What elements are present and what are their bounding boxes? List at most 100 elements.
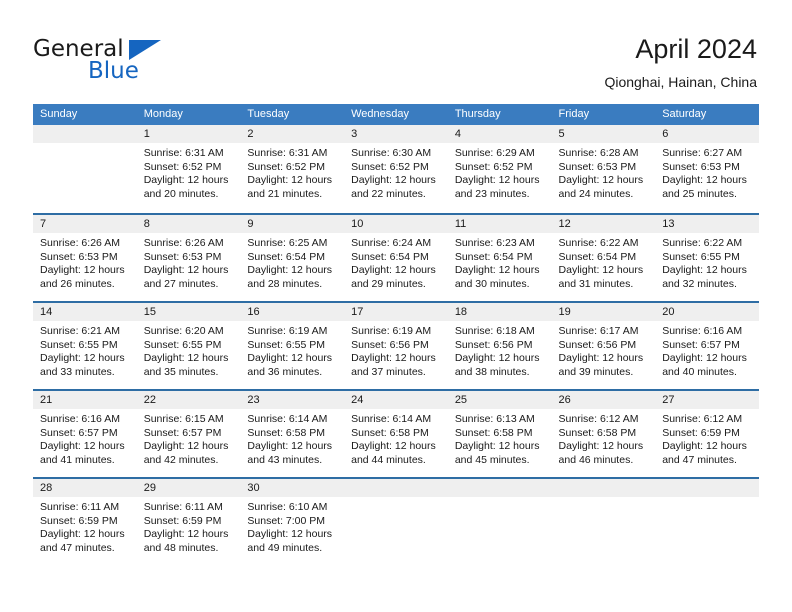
daylight-duration-line1: Daylight: 12 hours (247, 528, 333, 541)
daylight-duration-line1: Daylight: 12 hours (143, 264, 229, 277)
page-subtitle: Qionghai, Hainan, China (604, 74, 757, 90)
day-cell[interactable]: 23 Sunrise: 6:14 AM Sunset: 6:58 PM Dayligh… (240, 391, 345, 477)
day-number (344, 479, 448, 497)
daylight-duration-line1: Daylight: 12 hours (558, 440, 644, 453)
day-cell[interactable]: 18 Sunrise: 6:18 AM Sunset: 6:56 PM Dayligh… (447, 303, 552, 389)
day-cell[interactable]: 5 Sunrise: 6:28 AM Sunset: 6:53 PM Daylight… (551, 125, 656, 213)
calendar-week-row: 7 Sunrise: 6:26 AM Sunset: 6:53 PM Daylight… (33, 213, 759, 301)
daylight-duration-line1: Daylight: 12 hours (143, 528, 229, 541)
sunrise-time: Sunrise: 6:28 AM (558, 147, 639, 159)
day-cell[interactable]: 15 Sunrise: 6:20 AM Sunset: 6:55 PM Dayligh… (136, 303, 241, 389)
day-cell[interactable]: 7 Sunrise: 6:26 AM Sunset: 6:53 PM Daylight… (33, 215, 137, 301)
sunset-time: Sunset: 6:56 PM (454, 338, 533, 351)
day-number: 20 (655, 303, 759, 321)
sunset-time: Sunset: 6:52 PM (351, 160, 429, 173)
day-details: Sunrise: 6:24 AM Sunset: 6:54 PM Daylight:… (344, 233, 448, 291)
sunset-time: Sunset: 6:53 PM (143, 250, 222, 263)
day-cell[interactable]: 10 Sunrise: 6:24 AM Sunset: 6:54 PM Dayligh… (344, 215, 448, 301)
day-details: Sunrise: 6:31 AM Sunset: 6:52 PM Daylight:… (137, 143, 241, 201)
calendar-week-row: 14 Sunrise: 6:21 AM Sunset: 6:55 PM Dayligh… (33, 301, 759, 389)
daylight-duration-line2: and 32 minutes. (662, 277, 737, 290)
page-title: April 2024 (635, 34, 757, 64)
day-cell[interactable]: 6 Sunrise: 6:27 AM Sunset: 6:53 PM Daylight… (655, 125, 759, 213)
day-cell[interactable]: 2 Sunrise: 6:31 AM Sunset: 6:52 PM Daylight… (240, 125, 345, 213)
day-number: 25 (447, 391, 552, 409)
day-cell[interactable]: 29 Sunrise: 6:11 AM Sunset: 6:59 PM Dayligh… (136, 479, 241, 565)
day-cell[interactable]: 4 Sunrise: 6:29 AM Sunset: 6:52 PM Daylight… (447, 125, 552, 213)
day-cell[interactable]: 27 Sunrise: 6:12 AM Sunset: 6:59 PM Dayligh… (655, 391, 759, 477)
day-cell[interactable]: 19 Sunrise: 6:17 AM Sunset: 6:56 PM Dayligh… (551, 303, 656, 389)
day-cell[interactable]: 13 Sunrise: 6:22 AM Sunset: 6:55 PM Dayligh… (655, 215, 759, 301)
day-number: 23 (240, 391, 345, 409)
day-details: Sunrise: 6:11 AM Sunset: 6:59 PM Daylight:… (33, 497, 137, 555)
day-cell[interactable]: 21 Sunrise: 6:16 AM Sunset: 6:57 PM Dayligh… (33, 391, 137, 477)
day-cell[interactable]: 12 Sunrise: 6:22 AM Sunset: 6:54 PM Dayligh… (551, 215, 656, 301)
day-cell[interactable]: 11 Sunrise: 6:23 AM Sunset: 6:54 PM Dayligh… (447, 215, 552, 301)
day-number: 8 (136, 215, 241, 233)
day-cell[interactable]: 25 Sunrise: 6:13 AM Sunset: 6:58 PM Dayligh… (447, 391, 552, 477)
day-cell[interactable]: 20 Sunrise: 6:16 AM Sunset: 6:57 PM Dayligh… (655, 303, 759, 389)
day-number: 11 (447, 215, 552, 233)
daylight-duration-line2: and 31 minutes. (558, 277, 634, 290)
day-cell-empty (551, 479, 656, 565)
day-details: Sunrise: 6:19 AM Sunset: 6:55 PM Daylight:… (240, 321, 344, 379)
day-details: Sunrise: 6:14 AM Sunset: 6:58 PM Daylight:… (344, 409, 448, 467)
day-cell[interactable]: 1 Sunrise: 6:31 AM Sunset: 6:52 PM Daylight… (136, 125, 241, 213)
calendar-grid: Sunday Monday Tuesday Wednesday Thursday Frid… (33, 104, 759, 565)
day-cell[interactable]: 22 Sunrise: 6:15 AM Sunset: 6:57 PM Dayligh… (136, 391, 241, 477)
title-block: April 2024 Qionghai, Hainan, China (604, 33, 757, 92)
daylight-duration-line1: Daylight: 12 hours (247, 264, 333, 277)
day-cell[interactable]: 26 Sunrise: 6:12 AM Sunset: 6:58 PM Dayligh… (551, 391, 656, 477)
daylight-duration-line2: and 38 minutes. (454, 365, 530, 378)
day-details: Sunrise: 6:27 AM Sunset: 6:53 PM Daylight:… (655, 143, 759, 201)
day-number: 1 (136, 125, 241, 143)
daylight-duration-line1: Daylight: 12 hours (558, 352, 644, 365)
day-details: Sunrise: 6:11 AM Sunset: 6:59 PM Daylight:… (137, 497, 241, 555)
daylight-duration-line2: and 39 minutes. (558, 365, 634, 378)
day-number (551, 479, 656, 497)
sunrise-time: Sunrise: 6:29 AM (454, 147, 535, 159)
day-details: Sunrise: 6:22 AM Sunset: 6:55 PM Daylight:… (655, 233, 759, 291)
day-cell[interactable]: 3 Sunrise: 6:30 AM Sunset: 6:52 PM Daylight… (344, 125, 448, 213)
day-number: 13 (655, 215, 759, 233)
sunrise-time: Sunrise: 6:30 AM (351, 147, 432, 159)
day-cell[interactable]: 30 Sunrise: 6:10 AM Sunset: 7:00 PM Dayligh… (240, 479, 345, 565)
day-number (33, 125, 137, 143)
sunset-time: Sunset: 6:58 PM (247, 426, 326, 439)
day-number: 16 (240, 303, 345, 321)
sunset-time: Sunset: 6:59 PM (662, 426, 740, 439)
day-number: 19 (551, 303, 656, 321)
sunrise-time: Sunrise: 6:15 AM (143, 413, 224, 425)
day-cell[interactable]: 8 Sunrise: 6:26 AM Sunset: 6:53 PM Daylight… (136, 215, 241, 301)
day-number (447, 479, 552, 497)
day-cell[interactable]: 17 Sunrise: 6:19 AM Sunset: 6:56 PM Dayligh… (344, 303, 448, 389)
weekday-header-monday: Monday (143, 108, 183, 120)
daylight-duration-line2: and 47 minutes. (40, 541, 115, 554)
daylight-duration-line1: Daylight: 12 hours (143, 174, 229, 187)
sunrise-time: Sunrise: 6:11 AM (143, 501, 223, 513)
daylight-duration-line2: and 49 minutes. (247, 541, 323, 554)
daylight-duration-line1: Daylight: 12 hours (143, 352, 229, 365)
daylight-duration-line1: Daylight: 12 hours (454, 174, 540, 187)
daylight-duration-line2: and 35 minutes. (143, 365, 219, 378)
sunset-time: Sunset: 6:57 PM (662, 338, 740, 351)
daylight-duration-line2: and 22 minutes. (351, 187, 426, 200)
day-number: 4 (447, 125, 552, 143)
daylight-duration-line2: and 44 minutes. (351, 453, 426, 466)
day-number: 21 (33, 391, 137, 409)
daylight-duration-line2: and 42 minutes. (143, 453, 219, 466)
calendar-weeks: 1 Sunrise: 6:31 AM Sunset: 6:52 PM Daylight… (33, 125, 759, 565)
day-cell[interactable]: 14 Sunrise: 6:21 AM Sunset: 6:55 PM Dayligh… (33, 303, 137, 389)
day-details: Sunrise: 6:29 AM Sunset: 6:52 PM Daylight:… (448, 143, 552, 201)
day-cell[interactable]: 9 Sunrise: 6:25 AM Sunset: 6:54 PM Daylight… (240, 215, 345, 301)
sunrise-time: Sunrise: 6:23 AM (454, 237, 535, 249)
brand-logo[interactable]: General Blue (33, 37, 243, 85)
sunrise-time: Sunrise: 6:21 AM (40, 325, 120, 337)
day-number: 3 (344, 125, 448, 143)
day-cell[interactable]: 24 Sunrise: 6:14 AM Sunset: 6:58 PM Dayligh… (344, 391, 448, 477)
weekday-header-thursday: Thursday (454, 108, 501, 120)
day-cell[interactable]: 16 Sunrise: 6:19 AM Sunset: 6:55 PM Dayligh… (240, 303, 345, 389)
day-cell[interactable]: 28 Sunrise: 6:11 AM Sunset: 6:59 PM Dayligh… (33, 479, 137, 565)
calendar-week-row: 1 Sunrise: 6:31 AM Sunset: 6:52 PM Daylight… (33, 125, 759, 213)
sunset-time: Sunset: 6:58 PM (558, 426, 637, 439)
